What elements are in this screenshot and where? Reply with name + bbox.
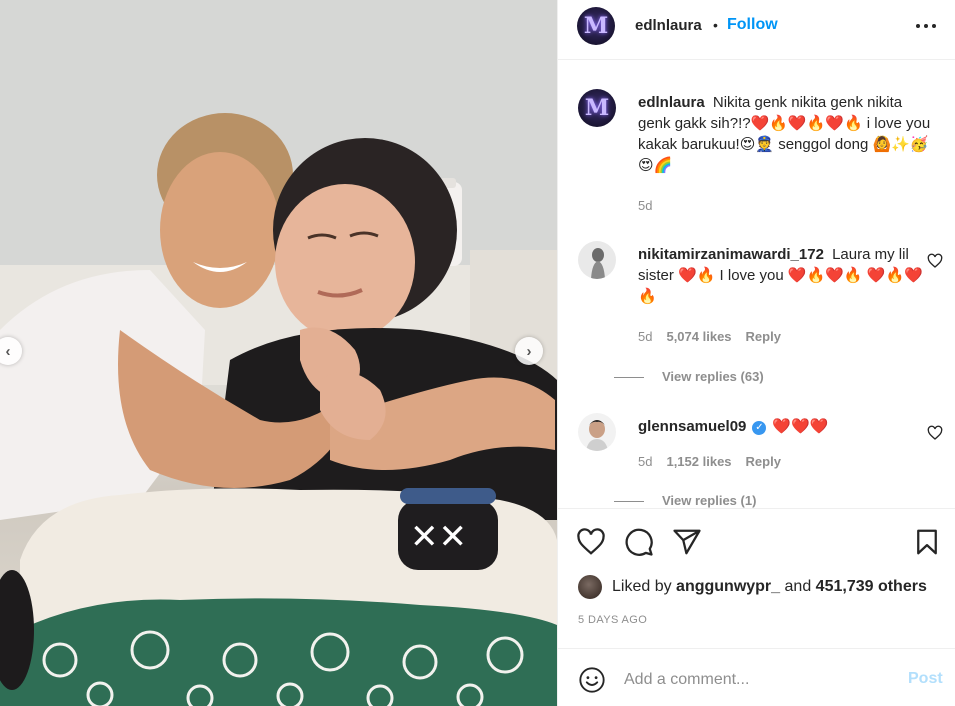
add-comment-bar: Post xyxy=(558,648,955,706)
svg-text:✕✕: ✕✕ xyxy=(410,517,467,557)
more-options-icon[interactable] xyxy=(913,16,939,36)
reply-button[interactable]: Reply xyxy=(746,329,781,344)
logo-letter: M xyxy=(584,95,610,121)
liked-by-prefix: Liked by xyxy=(612,578,672,595)
caption-username[interactable]: edlnlaura xyxy=(638,94,705,111)
photo-illustration: ✕✕ xyxy=(0,0,557,706)
liked-by-others[interactable]: 451,739 others xyxy=(816,578,927,596)
comment-meta: 5d 5,074 likes Reply xyxy=(638,329,781,344)
post-photo[interactable]: ✕✕ ‹ › xyxy=(0,0,557,706)
post-header: M edlnlaura • Follow xyxy=(558,0,955,60)
comment-item: nikitamirzanimawardi_172 Laura my lil si… xyxy=(578,241,943,384)
view-replies-button[interactable]: View replies (63) xyxy=(662,369,764,384)
comment-username[interactable]: nikitamirzanimawardi_172 xyxy=(638,246,824,263)
follow-button[interactable]: Follow xyxy=(727,16,778,34)
share-icon[interactable] xyxy=(672,527,702,557)
heart-icon[interactable] xyxy=(927,253,943,269)
reply-button[interactable]: Reply xyxy=(746,454,781,469)
comment-text: ❤️❤️❤️ xyxy=(772,418,829,435)
smiley-icon[interactable] xyxy=(578,666,606,694)
comment-username[interactable]: glennsamuel09 xyxy=(638,418,746,435)
comment-age: 5d xyxy=(638,454,653,469)
liked-by-user[interactable]: anggunwypr_ xyxy=(676,578,780,596)
caption-age: 5d xyxy=(638,198,652,213)
comment-meta: 5d 1,152 likes Reply xyxy=(638,454,781,469)
comment-item: glennsamuel09 ✓ ❤️❤️❤️ 5d 1,152 likes Reply … xyxy=(578,413,943,508)
heart-icon[interactable] xyxy=(927,425,943,441)
author-username[interactable]: edlnlaura xyxy=(635,17,702,34)
post-button[interactable]: Post xyxy=(908,670,943,688)
caption-text-block: edlnlaura Nikita genk nikita genk nikita… xyxy=(638,92,938,176)
comment-text-block: nikitamirzanimawardi_172 Laura my lil si… xyxy=(638,244,938,307)
comment-likes[interactable]: 1,152 likes xyxy=(666,454,731,469)
comment-likes[interactable]: 5,074 likes xyxy=(666,329,731,344)
post-details-pane: M edlnlaura • Follow M edlnlaura Nikita … xyxy=(557,0,955,706)
post-timestamp[interactable]: 5 DAYS AGO xyxy=(578,614,647,626)
comment-text-block: glennsamuel09 ✓ ❤️❤️❤️ xyxy=(638,416,938,437)
caption: M edlnlaura Nikita genk nikita genk niki… xyxy=(578,89,943,219)
carousel-next-button[interactable]: › xyxy=(515,337,543,365)
commenter-avatar[interactable] xyxy=(578,241,616,279)
heart-icon[interactable] xyxy=(576,527,606,557)
liked-by-and: and xyxy=(784,578,812,595)
verified-badge-icon: ✓ xyxy=(752,421,767,435)
comment-age: 5d xyxy=(638,329,653,344)
comments-list[interactable]: M edlnlaura Nikita genk nikita genk niki… xyxy=(558,61,955,508)
bookmark-icon[interactable] xyxy=(912,527,942,557)
liked-by: Liked by anggunwypr_ and 451,739 others xyxy=(578,575,927,599)
caption-avatar[interactable]: M xyxy=(578,89,616,127)
commenter-avatar[interactable] xyxy=(578,413,616,451)
comment-input[interactable] xyxy=(624,667,894,693)
header-separator: • xyxy=(713,17,718,33)
author-avatar[interactable]: M xyxy=(577,7,615,45)
caption-age-text: 5d xyxy=(638,198,653,213)
liker-avatar[interactable] xyxy=(578,575,602,599)
comment-icon[interactable] xyxy=(624,527,654,557)
post-actions: Liked by anggunwypr_ and 451,739 others … xyxy=(558,508,955,648)
logo-letter: M xyxy=(583,13,609,39)
view-replies-button[interactable]: View replies (1) xyxy=(662,493,756,508)
